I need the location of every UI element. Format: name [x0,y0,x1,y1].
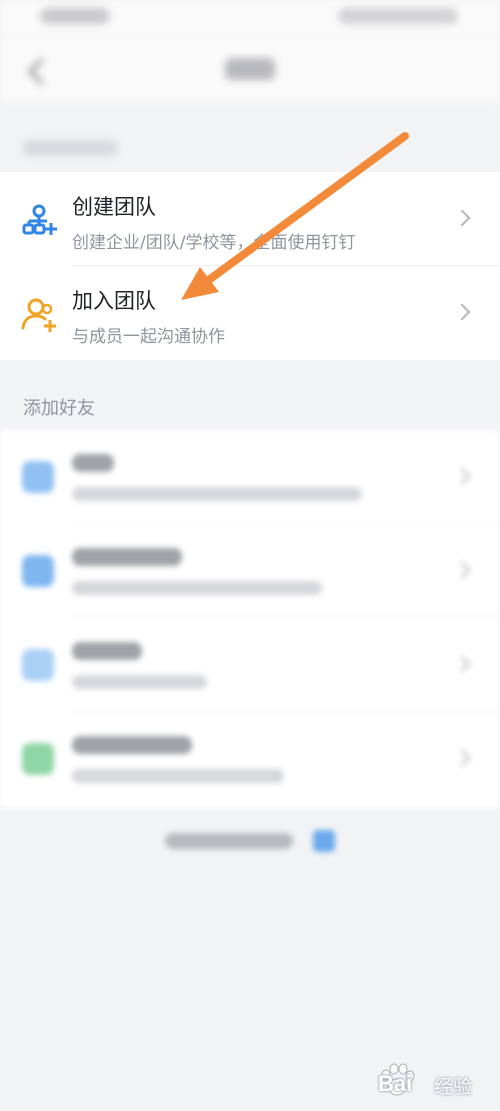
baidu-jingyan-watermark: Bai 经验 [376,1063,486,1099]
friend-option-row[interactable] [0,524,500,618]
scan-icon [22,649,54,681]
chevron-right-icon [453,561,471,579]
chevron-right-icon [453,467,471,485]
friend-option-subtitle [72,675,207,689]
team-section-caption [23,138,118,158]
friend-option-subtitle [72,581,322,595]
create-team-subtitle: 创建企业/团队/学校等，全面使用钉钉 [72,233,356,253]
friend-option-subtitle [72,769,284,783]
friend-option-row[interactable] [0,430,500,524]
create-team-row[interactable]: 创建团队 创建企业/团队/学校等，全面使用钉钉 [0,172,500,266]
footer-link-text [165,833,293,849]
chevron-right-icon [453,209,471,227]
join-team-row[interactable]: 加入团队 与成员一起沟通协作 [0,266,500,360]
join-person-icon [21,298,56,332]
footer-link[interactable] [165,830,335,852]
search-icon [22,461,54,493]
people-icon [22,555,54,587]
add-friends-card [0,430,500,808]
team-options-card: 创建团队 创建企业/团队/学校等，全面使用钉钉 加入团队 与成员一起沟通协作 [0,172,500,360]
friend-option-row[interactable] [0,712,500,806]
chevron-right-icon [453,655,471,673]
status-indicators [338,8,458,24]
status-time [40,8,110,24]
chevron-right-icon [453,303,471,321]
friend-option-title [72,642,142,660]
phone-contacts-icon [22,743,54,775]
add-organization-icon [22,204,57,235]
friend-option-title [72,736,192,754]
friend-option-title [72,548,182,566]
join-team-title: 加入团队 [72,289,156,313]
friend-option-subtitle [72,487,362,501]
join-team-subtitle: 与成员一起沟通协作 [72,327,225,347]
footer-link-icon [313,830,335,852]
back-button[interactable] [22,54,56,88]
chevron-right-icon [453,749,471,767]
status-bar [0,0,500,36]
create-team-title: 创建团队 [72,195,156,219]
friend-option-row[interactable] [0,618,500,712]
watermark-suffix: 经验 [434,1076,473,1098]
top-navigation-bar [0,36,500,102]
page-title [225,58,275,80]
add-friends-caption: 添加好友 [23,398,95,419]
watermark-brand: Bai [378,1071,413,1096]
friend-option-title [72,454,114,472]
